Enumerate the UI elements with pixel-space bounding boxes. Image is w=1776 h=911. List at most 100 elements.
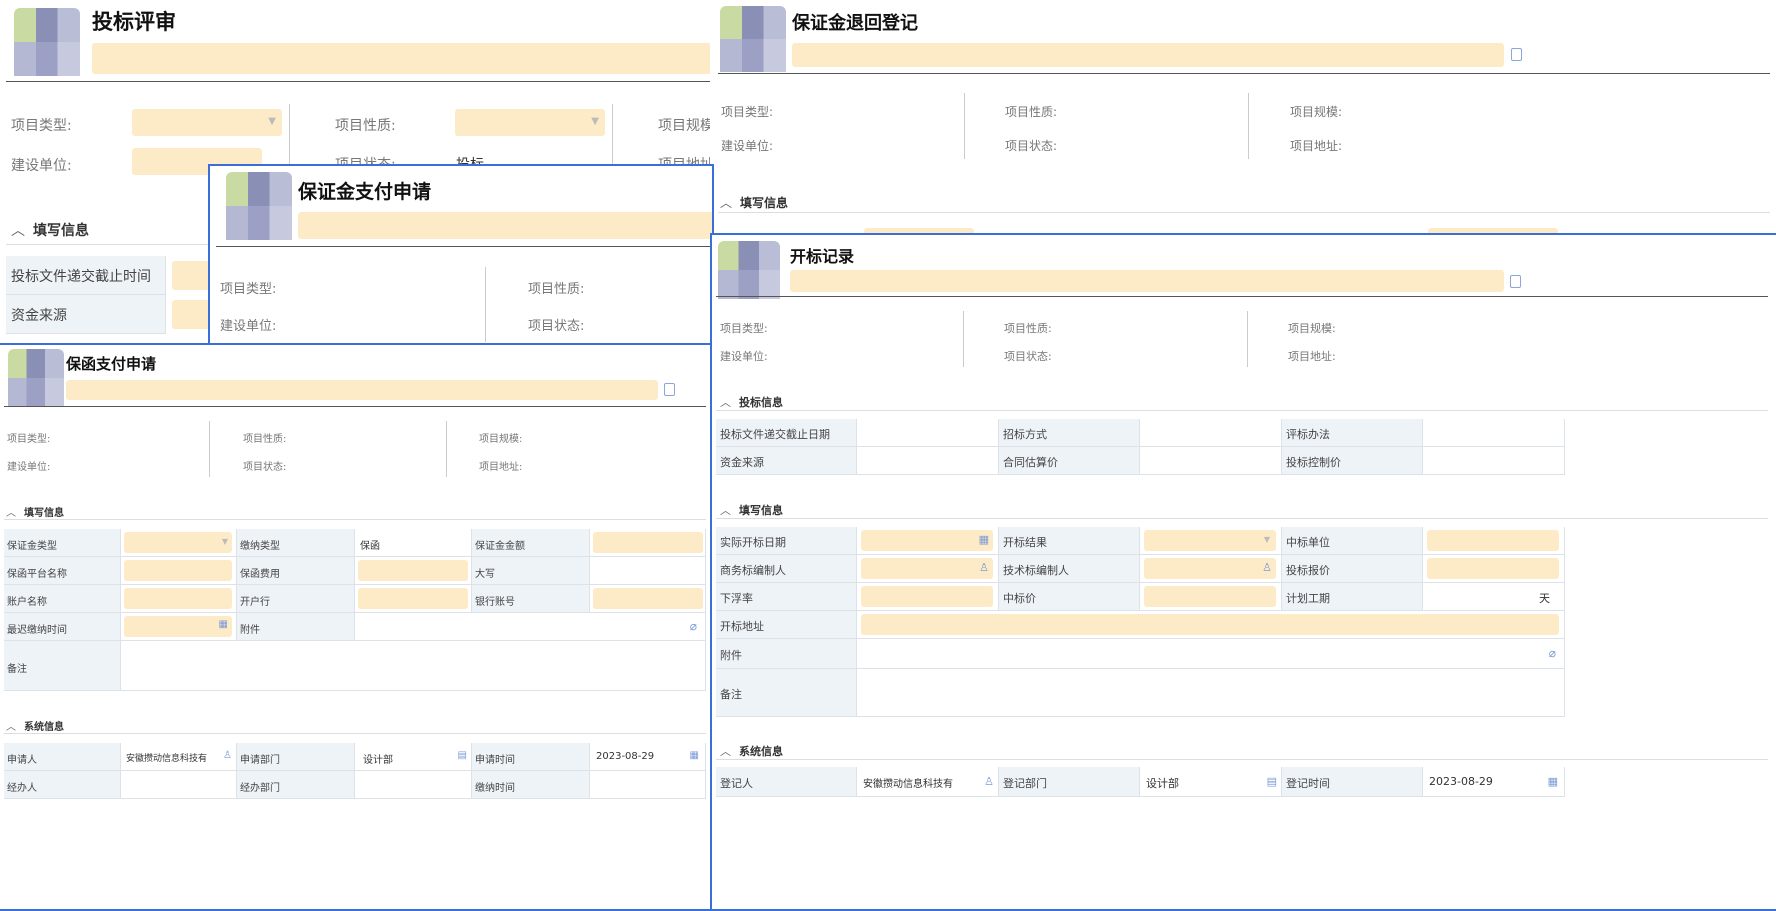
platform-input[interactable]: [124, 560, 232, 581]
project-scale-label: 项目规模:: [1290, 105, 1343, 119]
remark-input[interactable]: [121, 641, 706, 691]
bank-account-input[interactable]: [593, 588, 703, 609]
reg-dept-field[interactable]: 设计部 ▤: [1140, 767, 1282, 797]
deposit-type-select[interactable]: ▼: [124, 532, 232, 553]
section-system-info[interactable]: ︿ 系统信息: [6, 718, 64, 733]
project-type-select[interactable]: ▼: [132, 109, 282, 136]
paperclip-icon[interactable]: ⌀: [690, 619, 697, 633]
deposit-type-label: 保证金类型: [4, 529, 121, 557]
page-title: 投标评审: [92, 10, 176, 34]
project-scale-label: 项目规模:: [1288, 322, 1336, 335]
collapse-icon[interactable]: ︿: [720, 504, 731, 517]
collapse-icon[interactable]: ︿: [6, 722, 16, 733]
pay-type-value: 保函: [355, 529, 472, 557]
winner-label: 中标单位: [1282, 527, 1423, 555]
open-result-select[interactable]: ▼: [1144, 530, 1276, 551]
user-icon[interactable]: ♙: [223, 750, 232, 761]
title-input[interactable]: [790, 270, 1504, 292]
fee-input[interactable]: [358, 560, 468, 581]
remark-label: 备注: [4, 641, 121, 691]
collapse-icon[interactable]: ︿: [720, 745, 731, 758]
panel-guarantee-payment: 保函支付申请 项目类型: 建设单位: 项目性质: 项目状态: 项目规模: 项目地…: [0, 343, 714, 911]
title-input[interactable]: [92, 43, 712, 74]
attachment-label: 附件: [237, 613, 355, 641]
project-address-label: 项目地址:: [1288, 350, 1336, 363]
title-input[interactable]: [298, 212, 712, 239]
project-type-label: 项目类型:: [7, 434, 51, 445]
user-icon[interactable]: ♙: [979, 561, 989, 574]
apply-dept-field[interactable]: 设计部 ▤: [355, 743, 472, 771]
calculator-icon[interactable]: [664, 383, 675, 396]
apply-time-label: 申请时间: [472, 743, 590, 771]
collapse-icon[interactable]: ︿: [6, 508, 16, 519]
project-nature-select[interactable]: ▼: [455, 109, 605, 136]
section-bid-info[interactable]: ︿ 投标信息: [720, 394, 783, 410]
collapse-icon[interactable]: ︿: [11, 223, 25, 239]
attachment-label: 附件: [716, 639, 857, 669]
plan-period-label: 计划工期: [1282, 583, 1423, 611]
avatar: [8, 349, 64, 407]
title-input[interactable]: [66, 380, 658, 400]
build-unit-label: 建设单位:: [220, 319, 277, 334]
reg-time-field[interactable]: 2023-08-29 ▦: [1423, 767, 1565, 797]
collapse-icon[interactable]: ︿: [720, 196, 732, 210]
section-fill-info[interactable]: ︿ 填写信息: [6, 504, 64, 519]
latest-time-input[interactable]: ▦: [124, 616, 232, 637]
org-icon[interactable]: ▤: [1267, 775, 1277, 788]
deposit-amount-input[interactable]: [593, 532, 703, 553]
calculator-icon[interactable]: [1511, 48, 1522, 61]
bid-quote-input[interactable]: [1427, 558, 1559, 579]
bid-deadline-input[interactable]: [172, 261, 212, 290]
attachment-area[interactable]: ⌀: [355, 613, 706, 641]
float-rate-input[interactable]: [861, 586, 993, 607]
calendar-icon[interactable]: ▦: [979, 533, 989, 546]
plan-period-input[interactable]: 天: [1423, 583, 1565, 611]
paperclip-icon[interactable]: ⌀: [1549, 646, 1556, 660]
user-icon[interactable]: ♙: [984, 775, 994, 788]
winner-input[interactable]: [1427, 530, 1559, 551]
actual-date-input[interactable]: ▦: [861, 530, 993, 551]
fund-source-label: 资金来源: [716, 447, 857, 475]
project-type-label: 项目类型:: [220, 282, 277, 297]
section-fill-info[interactable]: ︿ 填写信息: [720, 194, 788, 211]
registrant-field[interactable]: 安徽攒动信息科技有 ♙: [857, 767, 999, 797]
user-icon[interactable]: ♙: [1262, 561, 1272, 574]
win-price-label: 中标价: [999, 583, 1140, 611]
attachment-area[interactable]: ⌀: [857, 639, 1565, 669]
bank-account-label: 银行账号: [472, 585, 590, 613]
panel-deposit-return: 保证金退回登记 项目类型: 建设单位: 项目性质: 项目状态: 项目规模: 项目…: [710, 0, 1776, 235]
bank-input[interactable]: [358, 588, 468, 609]
apply-time-field[interactable]: 2023-08-29 ▦: [590, 743, 706, 771]
calculator-icon[interactable]: [1510, 275, 1521, 288]
project-scale-label: 项目规模:: [479, 434, 523, 445]
account-name-input[interactable]: [124, 588, 232, 609]
bank-label: 开户行: [237, 585, 355, 613]
applicant-field[interactable]: 安徽攒动信息科技有 ♙: [121, 743, 237, 771]
project-scale-label: 项目规模: [658, 118, 712, 134]
remark-input[interactable]: [857, 669, 1565, 717]
biz-editor-input[interactable]: ♙: [861, 558, 993, 579]
project-nature-label: 项目性质:: [243, 434, 287, 445]
page-title: 保证金退回登记: [792, 13, 918, 34]
calendar-icon[interactable]: ▦: [219, 619, 228, 630]
biz-editor-label: 商务标编制人: [716, 555, 857, 583]
win-price-input[interactable]: [1144, 586, 1276, 607]
section-fill-info[interactable]: ︿ 填写信息: [720, 502, 783, 518]
platform-label: 保函平台名称: [4, 557, 121, 585]
open-addr-label: 开标地址: [716, 611, 857, 639]
section-fill-info[interactable]: ︿ 填写信息: [11, 220, 89, 240]
open-addr-input[interactable]: [861, 614, 1559, 635]
build-unit-label: 建设单位:: [7, 462, 51, 473]
fee-label: 保函费用: [237, 557, 355, 585]
tech-editor-input[interactable]: ♙: [1144, 558, 1276, 579]
bid-ctrl-label: 投标控制价: [1282, 447, 1423, 475]
page-title: 保证金支付申请: [298, 181, 432, 203]
section-system-info[interactable]: ︿ 系统信息: [720, 743, 783, 759]
handler-label: 经办人: [4, 771, 121, 799]
calendar-icon[interactable]: ▦: [1548, 775, 1558, 788]
fund-source-input[interactable]: [172, 300, 212, 329]
collapse-icon[interactable]: ︿: [720, 396, 731, 409]
org-icon[interactable]: ▤: [458, 750, 467, 761]
calendar-icon[interactable]: ▦: [690, 750, 699, 761]
title-input[interactable]: [792, 43, 1504, 67]
